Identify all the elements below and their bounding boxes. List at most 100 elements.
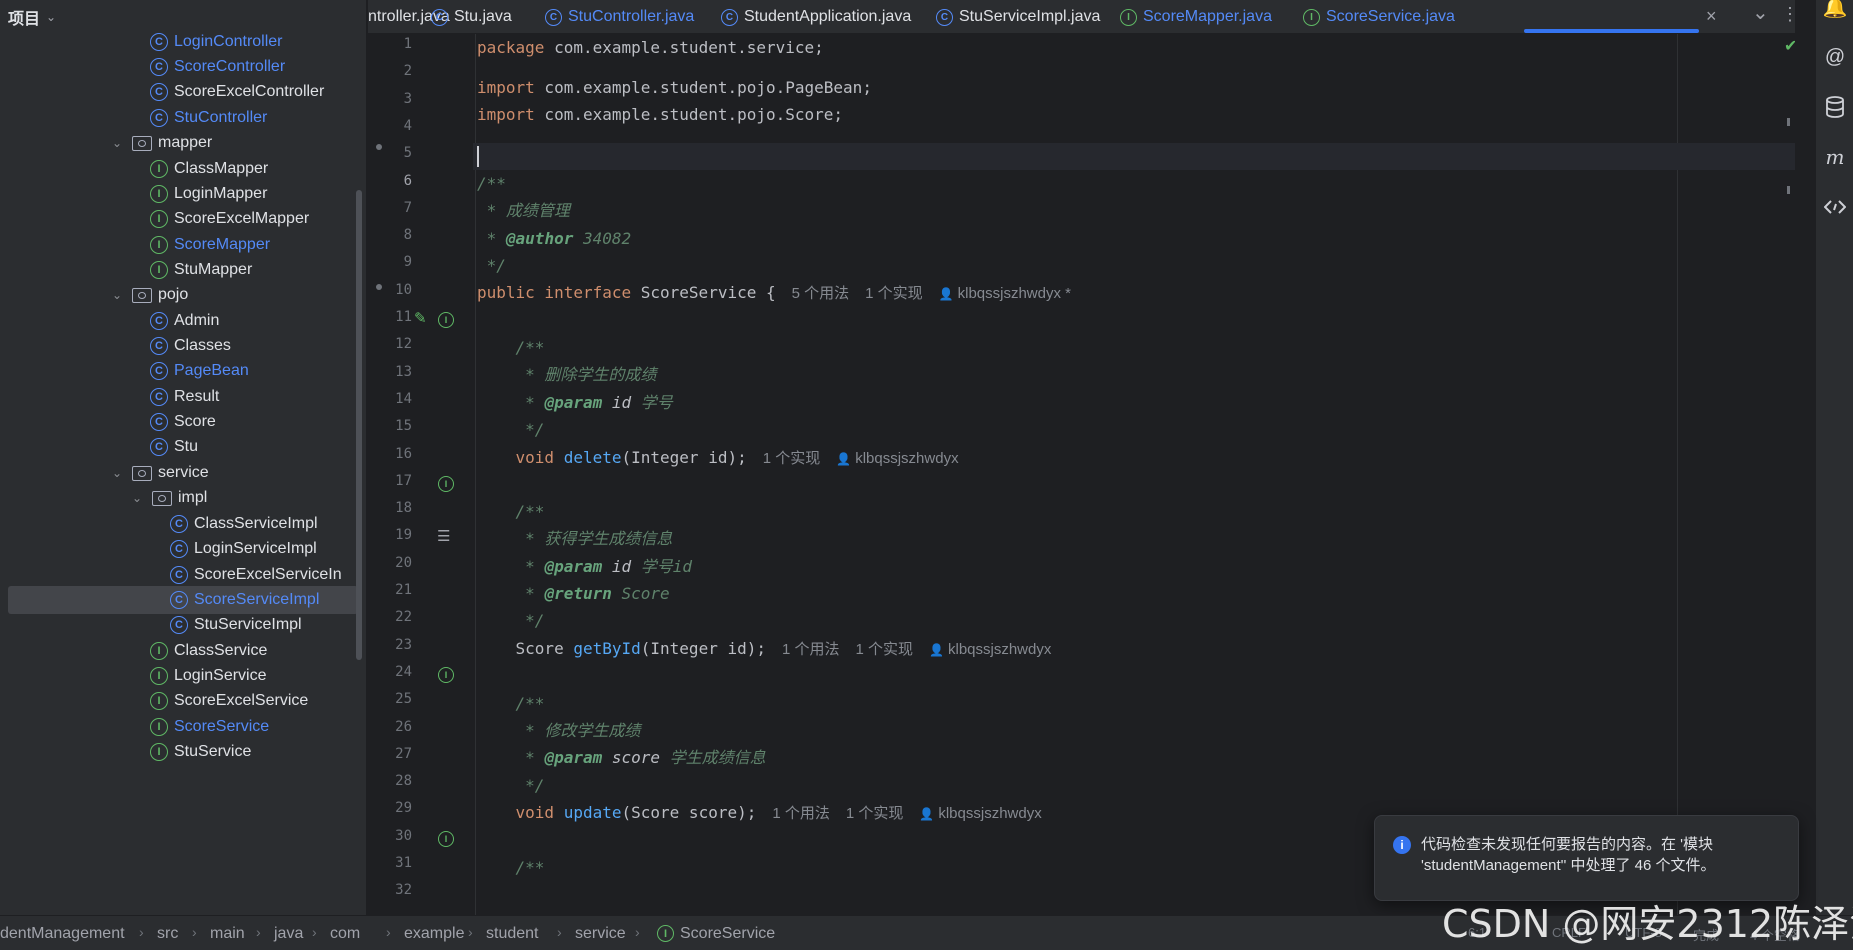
implemented-gutter-icon[interactable]: I — [438, 312, 454, 328]
line-number[interactable]: 19 — [368, 527, 412, 543]
tab-studentapplication-java[interactable]: C StudentApplication.java — [721, 0, 911, 34]
author-hint[interactable]: 👤 klbqssjszhwdyx * — [939, 285, 1071, 302]
tree-item-scoremapper[interactable]: I ScoreMapper — [0, 231, 366, 259]
breadcrumb-item[interactable]: dentManagement — [0, 925, 125, 943]
author-hint[interactable]: 👤 klbqssjszhwdyx — [836, 450, 958, 467]
line-number[interactable]: 5 — [368, 145, 412, 161]
tree-item-classserviceimpl[interactable]: C ClassServiceImpl — [0, 510, 366, 538]
tree-item-logincontroller[interactable]: C LoginController — [0, 28, 366, 56]
chevron-down-icon[interactable]: ⌄ — [110, 136, 124, 150]
breadcrumb-item[interactable]: student — [486, 925, 538, 943]
ai-assistant-icon[interactable]: @ — [1824, 46, 1846, 68]
line-number[interactable]: 20 — [368, 555, 412, 571]
tree-item-classmapper[interactable]: I ClassMapper — [0, 155, 366, 183]
line-number[interactable]: 9 — [368, 254, 412, 270]
tab-stu-java[interactable]: C Stu.java — [431, 0, 512, 34]
maven-icon[interactable]: m — [1824, 145, 1846, 169]
line-number[interactable]: 24 — [368, 664, 412, 680]
author-hint[interactable]: 👤 klbqssjszhwdyx — [929, 641, 1051, 658]
endpoints-icon[interactable] — [1824, 196, 1846, 218]
tree-item-result[interactable]: C Result — [0, 383, 366, 411]
line-number[interactable]: 15 — [368, 418, 412, 434]
tree-item-stumapper[interactable]: I StuMapper — [0, 256, 366, 284]
usages-hint[interactable]: 1 个用法 — [782, 641, 840, 658]
tab-scoreservice-java[interactable]: I ScoreService.java — [1303, 0, 1455, 34]
tree-item-scoreexcelservicein[interactable]: C ScoreExcelServiceIn — [0, 561, 366, 589]
line-number[interactable]: 25 — [368, 691, 412, 707]
line-number[interactable]: 30 — [368, 828, 412, 844]
tree-item-scoreservice[interactable]: I ScoreService — [0, 713, 366, 741]
line-number[interactable]: 29 — [368, 800, 412, 816]
breadcrumb-item[interactable]: service — [575, 925, 626, 943]
tree-item-score[interactable]: C Score — [0, 408, 366, 436]
tree-item-scoreexcelservice[interactable]: I ScoreExcelService — [0, 687, 366, 715]
breadcrumb-item[interactable]: main — [210, 925, 245, 943]
usages-hint[interactable]: 5 个用法 — [792, 285, 850, 302]
database-icon[interactable] — [1824, 96, 1846, 118]
tree-item-classes[interactable]: C Classes — [0, 332, 366, 360]
tree-item-stucontroller[interactable]: C StuController — [0, 104, 366, 132]
inspection-ok-icon[interactable]: ✔ — [1784, 36, 1795, 56]
tree-item-stuserviceimpl[interactable]: C StuServiceImpl — [0, 611, 366, 639]
line-number[interactable]: 13 — [368, 364, 412, 380]
tab-stucontroller-java[interactable]: C StuController.java — [545, 0, 694, 34]
tree-item-loginserviceimpl[interactable]: C LoginServiceImpl — [0, 535, 366, 563]
line-number[interactable]: 11 — [368, 309, 412, 325]
tree-item-scoreexcelmapper[interactable]: I ScoreExcelMapper — [0, 205, 366, 233]
line-number[interactable]: 21 — [368, 582, 412, 598]
implemented-gutter-icon[interactable]: I — [438, 666, 454, 683]
line-number[interactable]: 1 — [368, 36, 412, 52]
implementations-hint[interactable]: 1 个实现 — [846, 805, 904, 822]
chevron-down-icon[interactable]: ⌄ — [110, 288, 124, 302]
line-number[interactable]: 3 — [368, 91, 412, 107]
tree-item-stuservice[interactable]: I StuService — [0, 738, 366, 766]
implementations-hint[interactable]: 1 个实现 — [763, 450, 821, 467]
line-number[interactable]: 26 — [368, 719, 412, 735]
line-number[interactable]: 4 — [368, 118, 412, 134]
line-number[interactable]: 10 — [368, 282, 412, 298]
tree-item-loginservice[interactable]: I LoginService — [0, 662, 366, 690]
chevron-down-icon[interactable]: ⌄ — [130, 491, 144, 505]
line-number[interactable]: 8 — [368, 227, 412, 243]
breadcrumb-item[interactable]: src — [157, 925, 178, 943]
implementations-hint[interactable]: 1 个实现 — [856, 641, 914, 658]
implemented-gutter-icon[interactable]: I — [438, 475, 454, 492]
line-number[interactable]: 14 — [368, 391, 412, 407]
chevron-down-icon[interactable]: ⌄ — [46, 10, 56, 24]
line-number[interactable]: 31 — [368, 855, 412, 871]
tree-item-admin[interactable]: C Admin — [0, 307, 366, 335]
fold-marker[interactable] — [376, 284, 382, 290]
tab-more-icon[interactable]: ⋮ — [1781, 4, 1799, 25]
tree-scrollbar[interactable] — [356, 190, 362, 660]
tree-item-pojo[interactable]: ⌄ pojo — [0, 281, 366, 309]
tab-close-icon[interactable]: × — [1706, 6, 1717, 27]
code-editor[interactable]: 1 2 3 4 5 6 7 8 9 10 11 12 13 14 15 16 17 18 19 20 21 22 23 24 2… — [368, 34, 1795, 915]
tab-scoremapper-java[interactable]: I ScoreMapper.java — [1120, 0, 1272, 34]
tree-item-classservice[interactable]: I ClassService — [0, 637, 366, 665]
tree-item-scorecontroller[interactable]: C ScoreController — [0, 53, 366, 81]
line-number[interactable]: 22 — [368, 609, 412, 625]
line-number[interactable]: 16 — [368, 446, 412, 462]
tree-item-scoreserviceimpl[interactable]: C ScoreServiceImpl — [8, 586, 358, 614]
edit-gutter-icon[interactable]: ✎ — [414, 311, 430, 327]
breadcrumb-item[interactable]: com — [330, 925, 360, 943]
line-number[interactable]: 7 — [368, 200, 412, 216]
fold-marker[interactable] — [376, 144, 382, 150]
tab-stuserviceimpl-java[interactable]: C StuServiceImpl.java — [936, 0, 1100, 34]
tree-item-impl[interactable]: ⌄ impl — [0, 484, 366, 512]
tree-item-stu[interactable]: C Stu — [0, 433, 366, 461]
line-number[interactable]: 2 — [368, 63, 412, 79]
line-number[interactable]: 18 — [368, 500, 412, 516]
breadcrumb-item[interactable]: ScoreService — [680, 925, 775, 943]
implemented-gutter-icon[interactable]: I — [438, 830, 454, 847]
line-number[interactable]: 32 — [368, 882, 412, 898]
inspection-notification[interactable]: i 代码检查未发现任何要报告的内容。在 '模块 'studentManageme… — [1374, 815, 1799, 901]
line-number[interactable]: 6 — [368, 173, 412, 189]
usages-hint[interactable]: 1 个用法 — [772, 805, 830, 822]
bell-icon[interactable]: 🔔 — [1823, 0, 1848, 19]
breadcrumb-item[interactable]: example — [404, 925, 464, 943]
chevron-down-icon[interactable]: ⌄ — [110, 466, 124, 480]
line-number[interactable]: 12 — [368, 336, 412, 352]
implementations-hint[interactable]: 1 个实现 — [865, 285, 923, 302]
tree-item-scoreexcelcontroller[interactable]: C ScoreExcelController — [0, 78, 366, 106]
